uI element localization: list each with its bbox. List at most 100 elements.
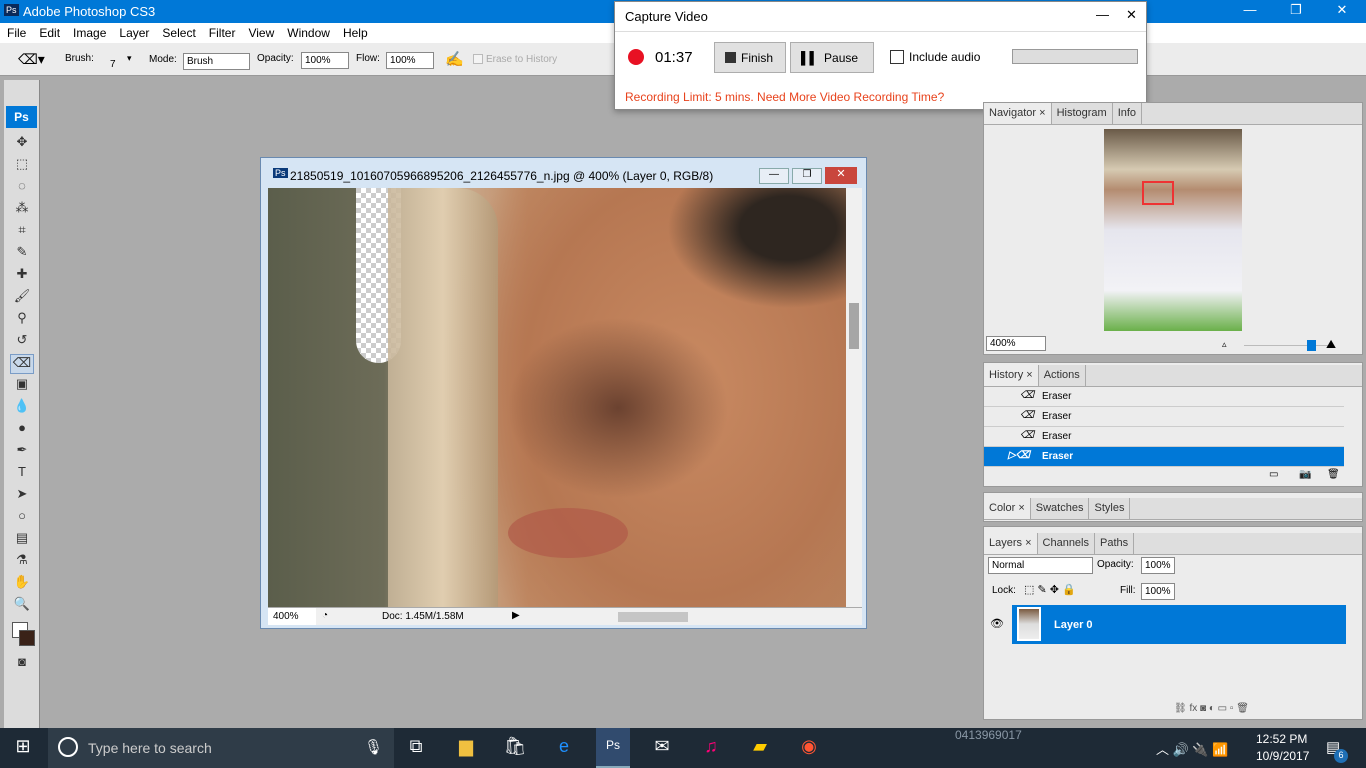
recorder-icon[interactable]: ◉ bbox=[792, 736, 826, 757]
healing-brush-icon[interactable]: ✚ bbox=[10, 266, 34, 286]
pen-tool-icon[interactable]: ✒ bbox=[10, 442, 34, 462]
zoom-out-icon[interactable]: ▵ bbox=[1222, 339, 1227, 350]
eyedropper-icon[interactable]: ⚗ bbox=[10, 552, 34, 572]
path-selection-icon[interactable]: ➤ bbox=[10, 486, 34, 506]
eraser-tool-icon[interactable]: ⌫ bbox=[10, 354, 34, 374]
brush-tool-icon[interactable]: 🖌 bbox=[10, 288, 34, 308]
quick-mask-icon[interactable]: ◙ bbox=[10, 654, 34, 674]
history-item[interactable]: ⠀ Eraser ⌫ bbox=[984, 427, 1344, 447]
lasso-tool-icon[interactable]: ◌ bbox=[10, 178, 34, 198]
microphone-icon[interactable]: 🎙 bbox=[364, 738, 383, 756]
brush-size[interactable]: 7 bbox=[110, 59, 116, 70]
blur-tool-icon[interactable]: 💧 bbox=[10, 398, 34, 418]
doc-minimize-button[interactable]: — bbox=[759, 168, 789, 184]
mail-icon[interactable]: ✉ bbox=[645, 736, 679, 757]
color-swatches-icon[interactable] bbox=[10, 618, 35, 652]
navigator-thumbnail[interactable] bbox=[1104, 129, 1242, 331]
vertical-scrollbar[interactable] bbox=[846, 188, 862, 607]
layer-opacity-field[interactable]: 100% bbox=[1141, 557, 1175, 574]
view-box[interactable] bbox=[1142, 181, 1174, 205]
tab-history[interactable]: History × bbox=[984, 365, 1039, 386]
menu-window[interactable]: Window bbox=[280, 23, 336, 40]
visibility-eye-icon[interactable]: 👁 bbox=[990, 617, 1004, 630]
start-button[interactable]: ⊞ bbox=[6, 736, 40, 757]
magic-wand-icon[interactable]: ⁂ bbox=[10, 200, 34, 220]
layer-bottom-icons[interactable]: ⛓ fx ◙ ◐ ▭ ▫ 🗑 bbox=[1174, 703, 1249, 714]
ellipse-tool-icon[interactable]: ○ bbox=[10, 508, 34, 528]
horizontal-scrollbar[interactable] bbox=[530, 609, 850, 625]
tab-navigator[interactable]: Navigator × bbox=[984, 103, 1052, 124]
lock-icons[interactable]: ⬚ ✎ ✥ 🔒 bbox=[1024, 583, 1076, 596]
tab-paths[interactable]: Paths bbox=[1095, 533, 1135, 554]
restore-button[interactable]: ❐ bbox=[1273, 2, 1319, 18]
menu-image[interactable]: Image bbox=[66, 23, 112, 40]
menu-file[interactable]: File bbox=[0, 23, 32, 40]
status-menu-arrow[interactable]: ▶ bbox=[512, 610, 520, 621]
move-tool-icon[interactable]: ✥ bbox=[10, 134, 34, 154]
flow-field[interactable]: 100% bbox=[386, 52, 434, 69]
dodge-tool-icon[interactable]: ● bbox=[10, 420, 34, 440]
task-view-icon[interactable]: ⧉ bbox=[399, 736, 433, 757]
type-tool-icon[interactable]: T bbox=[10, 464, 34, 484]
store-icon[interactable]: 🛍 bbox=[498, 736, 532, 757]
close-button[interactable]: ✕ bbox=[1319, 2, 1365, 18]
tab-color[interactable]: Color × bbox=[984, 498, 1031, 519]
history-item[interactable]: ⠀ Eraser ⌫ bbox=[984, 407, 1344, 427]
zoom-slider[interactable] bbox=[1244, 340, 1329, 351]
doc-maximize-button[interactable]: ❐ bbox=[792, 168, 822, 184]
menu-help[interactable]: Help bbox=[336, 23, 374, 40]
crop-tool-icon[interactable]: ⌗ bbox=[10, 222, 34, 242]
navigator-zoom-field[interactable]: 400% bbox=[986, 336, 1046, 351]
clock-time[interactable]: 12:52 PM bbox=[1256, 732, 1307, 746]
tab-actions[interactable]: Actions bbox=[1039, 365, 1086, 386]
tab-layers[interactable]: Layers × bbox=[984, 533, 1038, 554]
photoshop-taskbar-icon[interactable]: Ps bbox=[596, 728, 630, 768]
sticky-notes-icon[interactable]: ▰ bbox=[743, 736, 777, 757]
opacity-field[interactable]: 100% bbox=[301, 52, 349, 69]
snapshot-icon[interactable]: 📷 bbox=[1299, 469, 1311, 480]
gradient-tool-icon[interactable]: ▣ bbox=[10, 376, 34, 396]
erase-history-checkbox[interactable] bbox=[473, 54, 483, 64]
clock-date[interactable]: 10/9/2017 bbox=[1256, 749, 1309, 763]
doc-close-button[interactable]: ✕ bbox=[825, 167, 857, 184]
image-canvas[interactable] bbox=[268, 188, 846, 607]
slice-tool-icon[interactable]: ✎ bbox=[10, 244, 34, 264]
blend-mode-select[interactable]: Normal bbox=[988, 557, 1093, 574]
zoom-tool-icon[interactable]: 🔍 bbox=[10, 596, 34, 616]
new-document-icon[interactable]: ▭ bbox=[1269, 469, 1278, 480]
marquee-tool-icon[interactable]: ⬚ bbox=[10, 156, 34, 176]
menu-edit[interactable]: Edit bbox=[32, 23, 66, 40]
file-explorer-icon[interactable]: ▆ bbox=[449, 736, 483, 757]
brush-dropdown-icon[interactable]: ▾ bbox=[127, 53, 132, 64]
airbrush-icon[interactable]: ✍ bbox=[445, 50, 464, 68]
tab-swatches[interactable]: Swatches bbox=[1031, 498, 1090, 519]
menu-filter[interactable]: Filter bbox=[202, 23, 242, 40]
itunes-icon[interactable]: ♫ bbox=[694, 736, 728, 757]
layer-row[interactable]: Layer 0 bbox=[1012, 605, 1346, 644]
finish-button[interactable]: Finish bbox=[714, 42, 786, 73]
trash-icon[interactable]: 🗑 bbox=[1327, 469, 1340, 480]
recording-limit-link[interactable]: Recording Limit: 5 mins. Need More Video… bbox=[625, 90, 944, 104]
pause-button[interactable]: ▌▌ Pause bbox=[790, 42, 874, 73]
menu-layer[interactable]: Layer bbox=[112, 23, 155, 40]
tab-info[interactable]: Info bbox=[1113, 103, 1143, 124]
eraser-tool-preset-icon[interactable]: ⌫▾ bbox=[18, 51, 45, 68]
tab-styles[interactable]: Styles bbox=[1089, 498, 1131, 519]
edge-icon[interactable]: e bbox=[547, 736, 581, 757]
status-icon[interactable]: ◔ bbox=[322, 610, 328, 621]
doc-zoom-field[interactable]: 400% bbox=[268, 608, 316, 625]
clone-stamp-icon[interactable]: ⚲ bbox=[10, 310, 34, 330]
menu-select[interactable]: Select bbox=[155, 23, 201, 40]
tray-icons[interactable]: ︿ 🔊 🔌 📶 bbox=[1156, 739, 1228, 758]
include-audio-checkbox[interactable] bbox=[890, 50, 904, 64]
search-box[interactable]: Type here to search 🎙 bbox=[48, 728, 394, 768]
history-item-selected[interactable]: ⠀ Eraser ▷⌫ bbox=[984, 447, 1344, 467]
zoom-in-icon[interactable]: ⛰ bbox=[1326, 337, 1336, 352]
capture-minimize-button[interactable]: — bbox=[1096, 7, 1109, 22]
hand-tool-icon[interactable]: ✋ bbox=[10, 574, 34, 594]
history-item[interactable]: ⠀ Eraser ⌫ bbox=[984, 387, 1344, 407]
menu-view[interactable]: View bbox=[241, 23, 280, 40]
layer-fill-field[interactable]: 100% bbox=[1141, 583, 1175, 600]
tab-channels[interactable]: Channels bbox=[1038, 533, 1095, 554]
tab-histogram[interactable]: Histogram bbox=[1052, 103, 1113, 124]
